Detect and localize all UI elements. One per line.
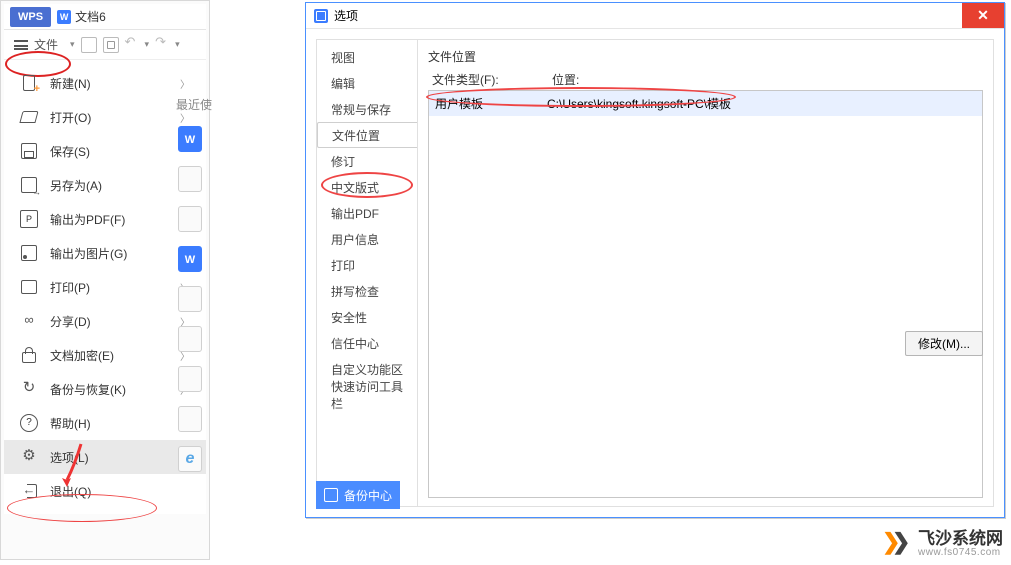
img-icon xyxy=(20,244,38,262)
col-location: 位置: xyxy=(552,71,579,88)
category-item[interactable]: 拼写检查 xyxy=(317,278,417,304)
file-menu-label: 另存为(A) xyxy=(50,177,102,194)
recent-doc-icon[interactable] xyxy=(178,326,202,352)
category-item[interactable]: 中文版式 xyxy=(317,174,417,200)
file-location-row[interactable]: 用户模板C:\Users\kingsoft.kingsoft-PC\模板 xyxy=(429,91,982,116)
pdf-icon xyxy=(20,210,38,228)
print-icon xyxy=(20,278,38,296)
file-menu-label: 选项(L) xyxy=(50,449,89,466)
recent-doc-icon[interactable] xyxy=(178,246,202,272)
col-filetype: 文件类型(F): xyxy=(432,71,552,88)
category-item[interactable]: 文件位置 xyxy=(317,122,418,148)
category-item[interactable]: 编辑 xyxy=(317,70,417,96)
file-menu-label: 打开(O) xyxy=(50,109,91,126)
category-item[interactable]: 输出PDF xyxy=(317,200,417,226)
category-item[interactable]: 快速访问工具栏 xyxy=(317,382,417,408)
saveas-icon xyxy=(20,176,38,194)
file-menu-label: 帮助(H) xyxy=(50,415,91,432)
recent-doc-icon[interactable] xyxy=(178,126,202,152)
category-item[interactable]: 修订 xyxy=(317,148,417,174)
category-item[interactable]: 打印 xyxy=(317,252,417,278)
watermark-icon xyxy=(880,529,910,559)
undo-dropdown-icon[interactable]: ▾ xyxy=(145,39,150,50)
list-header: 文件类型(F): 位置: xyxy=(428,71,983,90)
print-icon[interactable] xyxy=(103,37,119,53)
hamburger-icon[interactable] xyxy=(14,40,28,50)
category-item[interactable]: 安全性 xyxy=(317,304,417,330)
quick-toolbar: 文件 ▾ ▾ ▾ xyxy=(4,30,206,60)
wps-home-tab[interactable]: WPS xyxy=(10,7,51,27)
category-list: 视图编辑常规与保存文件位置修订中文版式输出PDF用户信息打印拼写检查安全性信任中… xyxy=(317,40,417,506)
options-dialog: 选项 ✕ 视图编辑常规与保存文件位置修订中文版式输出PDF用户信息打印拼写检查安… xyxy=(305,2,1005,518)
share-icon xyxy=(20,312,38,330)
row-location: C:\Users\kingsoft.kingsoft-PC\模板 xyxy=(547,95,731,112)
exit-icon xyxy=(20,482,38,500)
save-icon[interactable] xyxy=(81,37,97,53)
chevron-down-icon[interactable]: ▾ xyxy=(70,39,75,50)
dialog-titlebar: 选项 ✕ xyxy=(306,3,1004,29)
watermark-brand: 飞沙系统网 xyxy=(918,530,1003,547)
watermark-url: www.fs0745.com xyxy=(918,547,1003,558)
save-icon xyxy=(20,142,38,160)
section-title: 文件位置 xyxy=(428,48,983,65)
document-tab[interactable]: 文档6 xyxy=(57,8,106,25)
recent-docs-column xyxy=(170,126,210,486)
file-menu-label: 文档加密(E) xyxy=(50,347,114,364)
close-button[interactable]: ✕ xyxy=(962,3,1004,28)
file-menu-label: 分享(D) xyxy=(50,313,91,330)
gear-icon xyxy=(20,448,38,466)
open-icon xyxy=(20,108,38,126)
modify-button[interactable]: 修改(M)... xyxy=(905,331,983,356)
file-menu-label: 备份与恢复(K) xyxy=(50,381,126,398)
category-item[interactable]: 信任中心 xyxy=(317,330,417,356)
category-item[interactable]: 用户信息 xyxy=(317,226,417,252)
recent-doc-icon[interactable] xyxy=(178,406,202,432)
app-icon xyxy=(314,9,328,23)
redo-dropdown-icon[interactable]: ▾ xyxy=(175,39,180,50)
chevron-right-icon: 〉 xyxy=(180,76,190,91)
help-icon xyxy=(20,414,38,432)
file-menu-label: 退出(Q) xyxy=(50,483,91,500)
file-menu-item[interactable]: 新建(N) 〉 xyxy=(4,66,206,100)
file-menu-button[interactable]: 文件 xyxy=(34,36,58,53)
recent-doc-icon[interactable] xyxy=(178,206,202,232)
file-menu-label: 输出为PDF(F) xyxy=(50,211,125,228)
backup-icon xyxy=(20,380,38,398)
lock-icon xyxy=(20,346,38,364)
watermark: 飞沙系统网 www.fs0745.com xyxy=(880,529,1003,559)
recent-doc-icon[interactable] xyxy=(178,446,202,472)
row-type: 用户模板 xyxy=(435,95,547,112)
file-menu-label: 保存(S) xyxy=(50,143,90,160)
backup-center-label: 备份中心 xyxy=(344,487,392,504)
recent-doc-icon[interactable] xyxy=(178,286,202,312)
wps-tab-label: WPS xyxy=(18,11,43,23)
recent-doc-icon[interactable] xyxy=(178,366,202,392)
category-item[interactable]: 视图 xyxy=(317,44,417,70)
doc-icon xyxy=(57,10,71,24)
recent-header: 最近使 xyxy=(176,96,212,113)
recent-doc-icon[interactable] xyxy=(178,166,202,192)
file-menu-label: 新建(N) xyxy=(50,75,91,92)
file-menu-label: 输出为图片(G) xyxy=(50,245,127,262)
category-content: 文件位置 文件类型(F): 位置: 用户模板C:\Users\kingsoft.… xyxy=(417,40,993,506)
file-menu-label: 打印(P) xyxy=(50,279,90,296)
redo-icon[interactable] xyxy=(155,37,169,53)
category-item[interactable]: 常规与保存 xyxy=(317,96,417,122)
undo-icon[interactable] xyxy=(125,37,139,53)
doc-tab-label: 文档6 xyxy=(75,8,106,25)
new-icon xyxy=(20,74,38,92)
app-tabstrip: WPS 文档6 xyxy=(4,4,206,30)
backup-center-button[interactable]: 备份中心 xyxy=(316,481,400,509)
file-location-list[interactable]: 用户模板C:\Users\kingsoft.kingsoft-PC\模板 xyxy=(428,90,983,498)
dialog-title-text: 选项 xyxy=(334,7,358,24)
